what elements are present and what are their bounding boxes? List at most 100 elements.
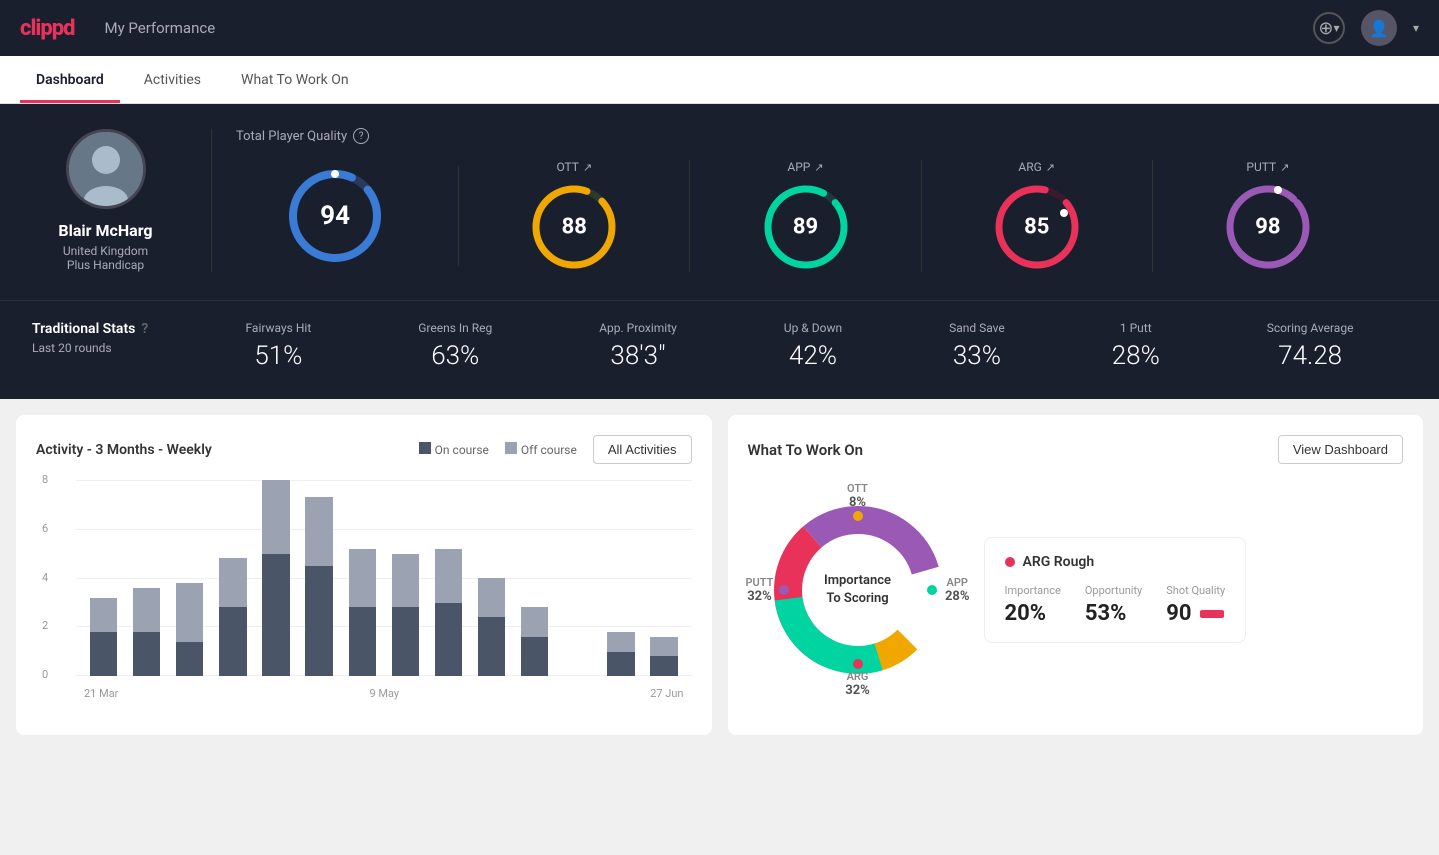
quality-section: Total Player Quality ? 94 OTT: [212, 128, 1407, 272]
off-course-legend-dot: [505, 442, 517, 454]
stat-sandsave-value: 33%: [949, 341, 1005, 371]
arg-rough-card: ARG Rough Importance 20% Opportunity 53%…: [984, 537, 1247, 643]
bar-top-5: [305, 497, 332, 566]
stat-1putt-value: 28%: [1112, 341, 1160, 371]
bar-top-3: [219, 558, 246, 607]
add-chevron-icon: ▾: [1334, 21, 1340, 35]
stat-1-putt: 1 Putt 28%: [1112, 321, 1160, 371]
putt-ring: 98: [1223, 182, 1313, 272]
chart-title: Activity - 3 Months - Weekly: [36, 442, 212, 458]
bar-top-0: [90, 598, 117, 632]
arg-value: 85: [1024, 215, 1049, 240]
bar-top-2: [176, 583, 203, 642]
bars-container: [76, 480, 692, 676]
quality-title: Total Player Quality ?: [236, 128, 1383, 144]
bar-bottom-13: [650, 656, 677, 676]
bar-group-9: [472, 480, 511, 676]
avatar-icon: 👤: [1369, 19, 1389, 38]
arg-shot-quality-label: Shot Quality: [1166, 584, 1225, 597]
stat-updown-value: 42%: [784, 341, 842, 371]
work-content: Importance To Scoring OTT 8% APP 28% ARG…: [748, 480, 1404, 700]
lower-section: Activity - 3 Months - Weekly On course O…: [0, 399, 1439, 751]
bar-group-12: [601, 480, 640, 676]
stats-title: Traditional Stats ?: [32, 321, 192, 337]
putt-trend-icon: ↗: [1280, 161, 1289, 174]
stat-fairways-hit: Fairways Hit 51%: [245, 321, 311, 371]
app-trend-icon: ↗: [814, 161, 823, 174]
donut-container: Importance To Scoring OTT 8% APP 28% ARG…: [748, 480, 968, 700]
tabs-bar: Dashboard Activities What To Work On: [0, 56, 1439, 104]
arg-shot-quality-value: 90: [1166, 601, 1225, 626]
arg-donut-label: ARG 32%: [845, 670, 870, 698]
chart-area: 8 6 4 2 0 21 Mar 9 May 27 Jun: [36, 480, 692, 700]
stat-fairways-value: 51%: [245, 341, 311, 371]
tab-activities[interactable]: Activities: [128, 58, 217, 103]
bar-top-4: [262, 480, 289, 554]
arg-opportunity-label: Opportunity: [1085, 584, 1142, 597]
player-avatar: [66, 129, 146, 209]
tab-what-to-work-on[interactable]: What To Work On: [225, 58, 365, 103]
bar-group-1: [127, 480, 166, 676]
logo[interactable]: clippd: [20, 16, 74, 41]
arg-shot-quality: Shot Quality 90: [1166, 584, 1225, 626]
bar-bottom-9: [478, 617, 505, 676]
add-button[interactable]: ⊕ ▾: [1313, 12, 1345, 44]
stat-scoring-average: Scoring Average 74.28: [1267, 321, 1354, 371]
arg-opportunity: Opportunity 53%: [1085, 584, 1142, 626]
bar-top-13: [650, 637, 677, 657]
player-handicap: Plus Handicap: [67, 258, 144, 272]
work-on-card: What To Work On View Dashboard: [728, 415, 1424, 735]
bar-group-8: [429, 480, 468, 676]
stat-greens-in-reg: Greens In Reg 63%: [418, 321, 492, 371]
bar-group-0: [84, 480, 123, 676]
bar-group-11: [558, 480, 597, 676]
chart-header: Activity - 3 Months - Weekly On course O…: [36, 435, 692, 464]
ott-donut-label: OTT 8%: [847, 482, 868, 510]
bar-top-9: [478, 578, 505, 617]
ott-value: 88: [562, 215, 587, 240]
bar-group-3: [213, 480, 252, 676]
bar-bottom-10: [521, 637, 548, 676]
bar-group-7: [386, 480, 425, 676]
putt-donut-label: PUTT 32%: [746, 576, 774, 604]
bar-top-1: [133, 588, 160, 632]
profile-chevron-icon[interactable]: ▾: [1413, 21, 1419, 35]
stat-updown-label: Up & Down: [784, 321, 842, 335]
player-name: Blair McHarg: [58, 221, 152, 240]
stat-1putt-label: 1 Putt: [1112, 321, 1160, 335]
bar-top-10: [521, 607, 548, 636]
bar-group-5: [300, 480, 339, 676]
stats-subtitle: Last 20 rounds: [32, 341, 192, 355]
shot-quality-bar: [1200, 610, 1224, 618]
bar-bottom-6: [349, 607, 376, 676]
main-quality-ring: 94: [285, 166, 385, 266]
avatar[interactable]: 👤: [1361, 10, 1397, 46]
arg-importance-label: Importance: [1005, 584, 1061, 597]
arg-label: ARG ↗: [1018, 160, 1055, 174]
work-title: What To Work On: [748, 441, 864, 459]
arg-importance-value: 20%: [1005, 601, 1061, 626]
chart-legend: On course Off course: [419, 442, 577, 457]
arg-importance: Importance 20%: [1005, 584, 1061, 626]
tab-dashboard[interactable]: Dashboard: [20, 58, 120, 103]
stat-app-label: App. Proximity: [599, 321, 677, 335]
putt-label: PUTT ↗: [1246, 160, 1289, 174]
player-info: Blair McHarg United Kingdom Plus Handica…: [32, 129, 212, 272]
ott-label: OTT ↗: [556, 160, 592, 174]
stats-help-icon[interactable]: ?: [141, 321, 148, 337]
view-dashboard-button[interactable]: View Dashboard: [1278, 435, 1403, 464]
bar-top-7: [392, 554, 419, 608]
app-donut-label: APP 28%: [945, 576, 970, 604]
stats-items: Fairways Hit 51% Greens In Reg 63% App. …: [192, 321, 1407, 371]
stat-scoring-label: Scoring Average: [1267, 321, 1354, 335]
arg-rough-dot: [1005, 557, 1015, 567]
x-labels: 21 Mar 9 May 27 Jun: [76, 687, 692, 700]
main-quality-metric: 94: [236, 166, 459, 266]
stat-up-down: Up & Down 42%: [784, 321, 842, 371]
arg-rough-stats: Importance 20% Opportunity 53% Shot Qual…: [1005, 584, 1226, 626]
bar-group-6: [343, 480, 382, 676]
quality-help-icon[interactable]: ?: [353, 128, 369, 144]
ott-trend-icon: ↗: [583, 161, 592, 174]
stat-app-value: 38'3": [599, 341, 677, 371]
all-activities-button[interactable]: All Activities: [593, 435, 692, 464]
